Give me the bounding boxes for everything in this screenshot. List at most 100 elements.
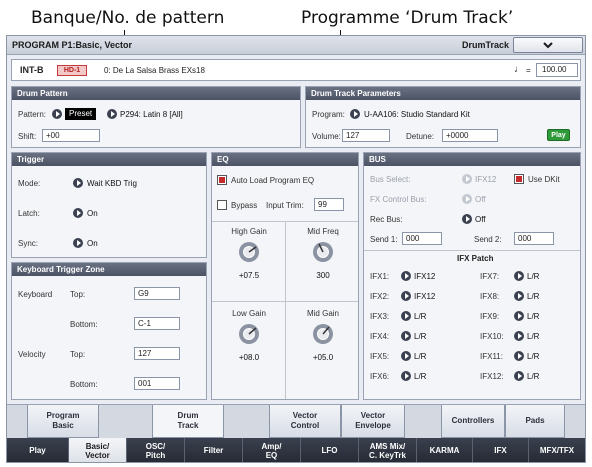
mid-freq-value: 300 [316,271,330,280]
tab-vector-control[interactable]: Vector Control [269,405,341,438]
use-dkit-checkbox[interactable] [514,174,524,184]
keyboard-top-field[interactable]: G9 [134,287,180,300]
ifx-patch-popup-icon[interactable] [401,371,411,381]
tab-filter[interactable]: Filter [185,438,243,462]
trigger-mode-popup-icon[interactable] [73,178,83,188]
ifx-patch-value[interactable]: IFX12 [414,292,435,301]
tab-lfo[interactable]: LFO [301,438,359,462]
tab-mfx-tfx[interactable]: MFX/TFX [529,438,585,462]
drum-track-parameters-panel: Drum Track Parameters Program: U-AA106: … [305,86,581,148]
tempo-equals: = [526,66,531,75]
ifx-patch-value[interactable]: L/R [527,292,539,301]
tab-ams-mix[interactable]: AMS Mix/C. KeyTrk [359,438,417,462]
sync-value[interactable]: On [87,239,98,248]
ifx-patch-value[interactable]: L/R [527,312,539,321]
fx-control-bus-label: FX Control Bus: [370,195,427,204]
ifx-patch-value[interactable]: L/R [527,272,539,281]
rec-bus-popup-icon[interactable] [462,214,472,224]
ifx-patch-value[interactable]: L/R [414,332,426,341]
ifx-patch-popup-icon[interactable] [401,311,411,321]
tab-osc-pitch[interactable]: OSC/Pitch [127,438,185,462]
tab-play[interactable]: Play [7,438,69,462]
ifx-patch-popup-icon[interactable] [401,351,411,361]
low-gain-knob-icon[interactable] [237,322,261,346]
ifx-patch-value[interactable]: L/R [527,332,539,341]
pattern-value[interactable]: P294: Latin 8 [All] [120,110,183,119]
shift-field[interactable]: +00 [42,129,100,142]
tab-karma[interactable]: KARMA [417,438,473,462]
ifx-patch-label: IFX7: [480,272,500,281]
ifx-patch-label: IFX5: [370,352,390,361]
bus-panel: BUS Bus Select: IFX12 Use DKit FX Contro… [363,152,581,400]
velocity-bottom-label: Bottom: [70,380,98,389]
tab-drum-track[interactable]: Drum Track [152,405,224,438]
send1-field[interactable]: 000 [402,232,442,245]
input-trim-label: Input Trim: [266,201,304,210]
ifx-patch-popup-icon[interactable] [514,291,524,301]
ifx-patch-value[interactable]: L/R [527,372,539,381]
fx-control-bus-value[interactable]: Off [475,195,486,204]
rec-bus-value[interactable]: Off [475,215,486,224]
detune-field[interactable]: +0000 [442,129,498,142]
program-bank[interactable]: INT-B [20,65,44,75]
high-gain-knob-icon[interactable] [237,240,261,264]
tab-controllers[interactable]: Controllers [441,405,505,438]
tab-vector-envelope[interactable]: Vector Envelope [341,405,405,438]
mode-tabs: Play Basic/Vector OSC/Pitch Filter Amp/E… [7,438,585,462]
mid-gain-knob-icon[interactable] [311,322,335,346]
program-name[interactable]: 0: De La Salsa Brass EXs18 [104,66,205,75]
velocity-bottom-field[interactable]: 001 [134,377,180,390]
tab-label: LFO [321,446,338,455]
ifx-patch-popup-icon[interactable] [514,331,524,341]
bus-select-popup-icon[interactable] [462,174,472,184]
bus-select-value[interactable]: IFX12 [475,175,496,184]
tab-ifx[interactable]: IFX [473,438,529,462]
drum-program-popup-icon[interactable] [350,109,360,119]
sync-popup-icon[interactable] [73,238,83,248]
mid-freq-knob-icon[interactable] [311,240,335,264]
ifx-patch-popup-icon[interactable] [401,331,411,341]
pattern-source-select[interactable]: Preset [65,108,97,120]
velocity-top-field[interactable]: 127 [134,347,180,360]
ifx-patch-value[interactable]: L/R [414,372,426,381]
ifx-patch-popup-icon[interactable] [401,291,411,301]
tab-label: Track [177,421,199,430]
keyboard-bottom-field[interactable]: C-1 [134,317,180,330]
send2-field[interactable]: 000 [514,232,554,245]
bus-header: BUS [364,153,580,166]
program-info-bar: INT-B HD-1 0: De La Salsa Brass EXs18 ♩ … [11,59,581,81]
auto-load-eq-checkbox[interactable] [217,175,227,185]
ifx-patch-popup-icon[interactable] [514,271,524,281]
tab-label: AMS Mix/ [369,441,406,451]
chevron-down-icon [543,42,553,49]
tab-basic-vector[interactable]: Basic/Vector [69,438,127,462]
pattern-number-popup-icon[interactable] [107,109,117,119]
ifx-patch-value[interactable]: L/R [414,312,426,321]
ifx-patch-value[interactable]: L/R [527,352,539,361]
input-trim-field[interactable]: 99 [314,198,344,211]
play-button[interactable]: Play [547,129,570,141]
low-gain-value: +08.0 [238,353,260,362]
ifx-patch-popup-icon[interactable] [514,351,524,361]
ifx-patch-popup-icon[interactable] [514,311,524,321]
tab-label: Drum [177,411,199,420]
pattern-source-popup-icon[interactable] [52,109,62,119]
volume-field[interactable]: 127 [342,129,390,142]
ifx-patch-value[interactable]: IFX12 [414,272,435,281]
tab-amp-eq[interactable]: Amp/EQ [243,438,301,462]
drum-program-value[interactable]: U-AA106: Studio Standard Kit [364,110,470,119]
tab-label: Program [46,411,80,420]
tempo-field[interactable]: 100.00 [536,63,578,77]
tab-pads[interactable]: Pads [505,405,565,438]
ifx-patch-value[interactable]: L/R [414,352,426,361]
rec-bus-label: Rec Bus: [370,215,403,224]
page-menu-button[interactable] [513,37,583,53]
tab-program-basic[interactable]: Program Basic [27,405,99,438]
latch-popup-icon[interactable] [73,208,83,218]
eq-bypass-checkbox[interactable] [217,200,227,210]
fx-control-bus-popup-icon[interactable] [462,194,472,204]
ifx-patch-popup-icon[interactable] [514,371,524,381]
trigger-mode-value[interactable]: Wait KBD Trig [87,179,137,188]
ifx-patch-popup-icon[interactable] [401,271,411,281]
latch-value[interactable]: On [87,209,98,218]
